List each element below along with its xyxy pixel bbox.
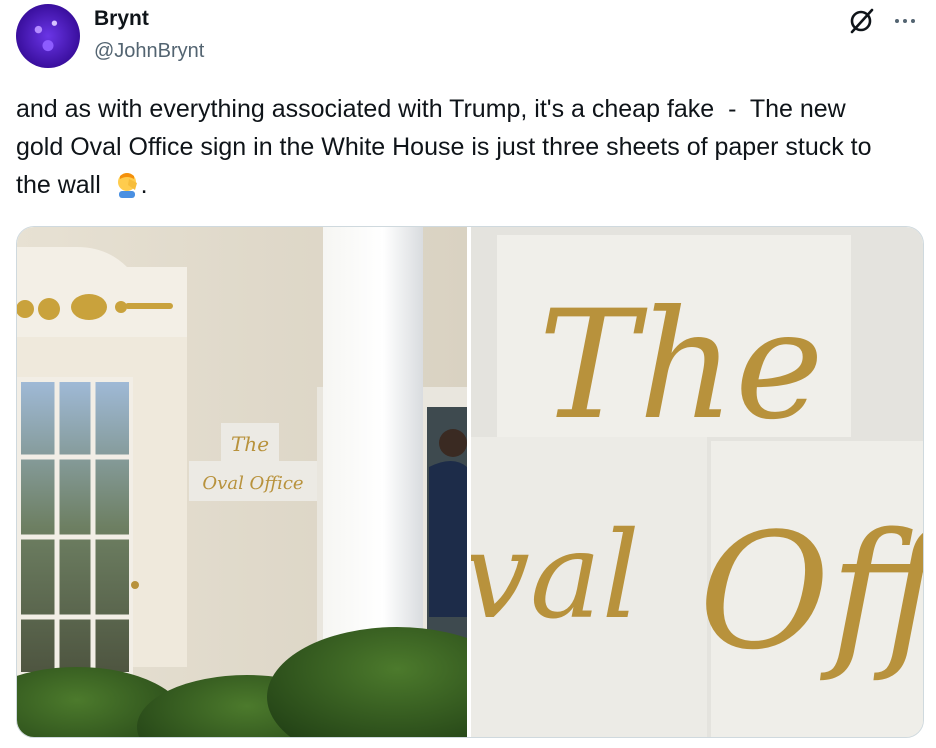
sign-text-the: The	[231, 432, 269, 456]
tweet-text: and as with everything associated with T…	[16, 90, 896, 204]
tweet-text-end: .	[140, 171, 148, 199]
photo-oval-office-exterior[interactable]: The Oval Office	[17, 227, 467, 737]
author-handle[interactable]: @JohnBrynt	[94, 38, 204, 64]
grok-icon[interactable]	[846, 6, 876, 36]
closeup-text-val: val	[471, 507, 640, 646]
media-container[interactable]: The Oval Office The val Off	[16, 226, 924, 738]
more-icon[interactable]	[890, 6, 920, 36]
facepalm-emoji-icon	[115, 170, 141, 198]
author-name[interactable]: Brynt	[94, 6, 149, 32]
closeup-text-the: The	[538, 279, 823, 453]
closeup-text-off: Off	[699, 498, 923, 685]
sign-text-oval-office: Oval Office	[202, 473, 303, 494]
photo-sign-closeup[interactable]: The val Off	[471, 227, 923, 737]
avatar[interactable]	[16, 4, 80, 68]
